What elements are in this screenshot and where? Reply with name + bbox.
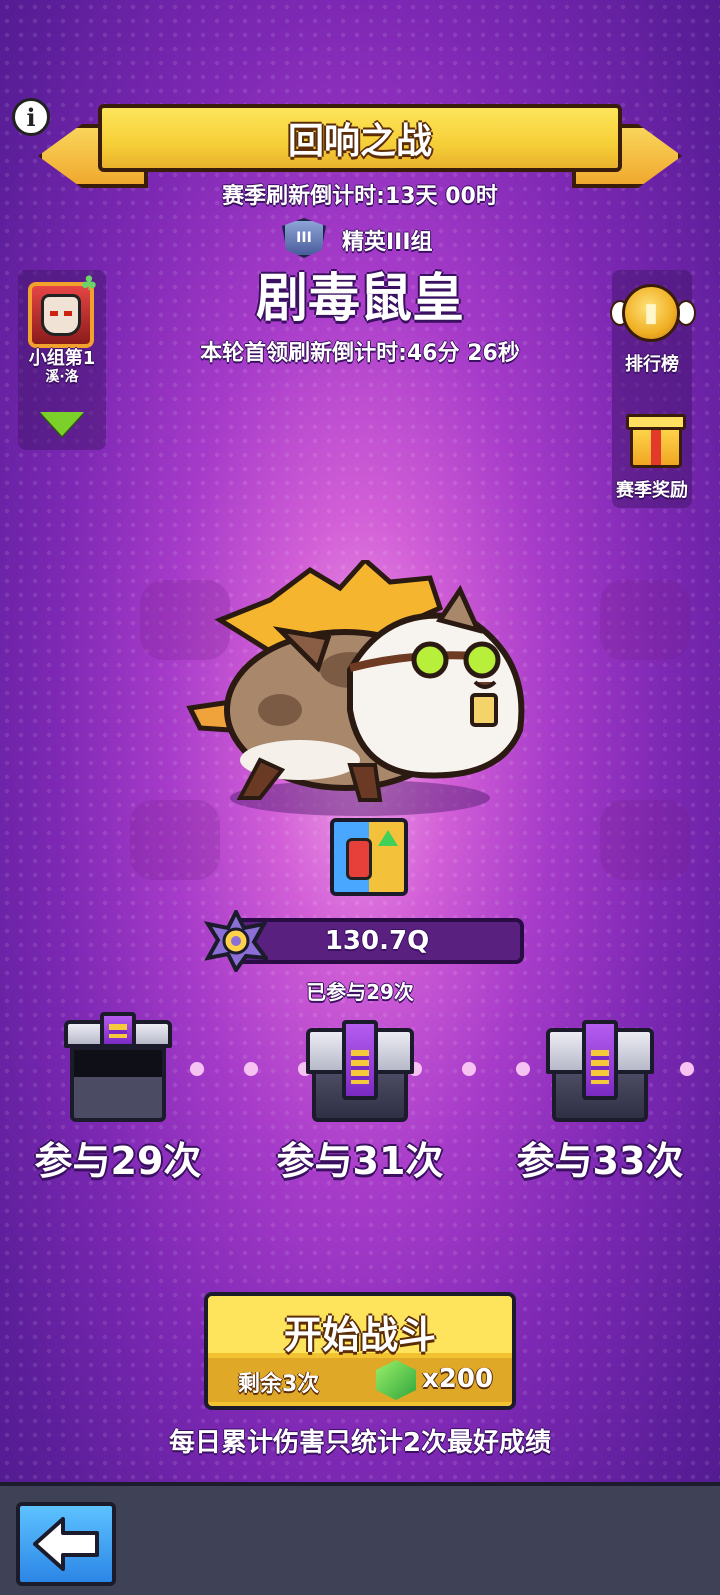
chest-label-2: 参与31次 bbox=[276, 1139, 444, 1183]
progress-dot bbox=[190, 1062, 204, 1076]
reward-chest-2[interactable] bbox=[306, 1020, 414, 1124]
participation-count: 已参与29次 bbox=[306, 980, 414, 1004]
bg-shape bbox=[600, 580, 690, 660]
clover-icon: ♣ bbox=[80, 271, 98, 295]
back-arrow-icon bbox=[33, 1517, 99, 1571]
boss-skill-card[interactable] bbox=[330, 818, 408, 896]
gem-cost: x200 bbox=[422, 1364, 494, 1394]
reward-chest-3[interactable] bbox=[546, 1020, 654, 1124]
start-battle-button[interactable]: 开始战斗 剩余3次 x200 bbox=[204, 1292, 516, 1410]
page-title: 回响之战 bbox=[98, 104, 622, 172]
gift-box-icon[interactable] bbox=[630, 424, 682, 468]
boss-hp-bar: 130.7Q bbox=[230, 918, 524, 964]
bg-shape bbox=[600, 800, 690, 880]
chest-label-1: 参与29次 bbox=[34, 1139, 202, 1183]
remaining-attempts: 剩余3次 bbox=[238, 1372, 320, 1397]
player-name: 溪·洛 bbox=[45, 369, 79, 385]
league-group: 精英III组 bbox=[342, 230, 433, 255]
progress-dot bbox=[680, 1062, 694, 1076]
green-gem-icon bbox=[376, 1360, 416, 1400]
leaderboard-label[interactable]: 排行榜 bbox=[612, 350, 692, 376]
season-reward-label[interactable]: 赛季奖励 bbox=[604, 476, 700, 502]
progress-dot bbox=[462, 1062, 476, 1076]
progress-dot bbox=[244, 1062, 258, 1076]
damage-star-icon bbox=[204, 910, 268, 972]
skill-face bbox=[346, 838, 372, 880]
start-battle-info: 剩余3次 x200 bbox=[208, 1358, 512, 1402]
reward-chest-1[interactable] bbox=[64, 1012, 172, 1124]
chest-lock bbox=[109, 1024, 127, 1038]
gift-lid bbox=[626, 414, 686, 430]
progress-dot bbox=[516, 1062, 530, 1076]
chest-body bbox=[70, 1046, 166, 1122]
chest-label-3: 参与33次 bbox=[516, 1139, 684, 1183]
chest-lock bbox=[591, 1050, 609, 1084]
start-battle-label: 开始战斗 bbox=[283, 1313, 436, 1357]
damage-rule-note: 每日累计伤害只统计2次最好成绩 bbox=[168, 1428, 552, 1458]
back-button[interactable] bbox=[16, 1502, 116, 1586]
up-arrow-icon bbox=[378, 830, 398, 846]
boss-hamster-image bbox=[186, 560, 525, 816]
expand-arrow-icon[interactable] bbox=[40, 412, 84, 436]
avatar-face bbox=[41, 294, 81, 336]
league-badge-icon: III bbox=[282, 218, 326, 258]
chest-lock bbox=[351, 1050, 369, 1084]
season-countdown: 赛季刷新倒计时:13天 00时 bbox=[222, 184, 498, 209]
gold-medal-icon[interactable]: ▮ bbox=[622, 284, 680, 342]
info-icon[interactable]: i bbox=[12, 98, 50, 136]
